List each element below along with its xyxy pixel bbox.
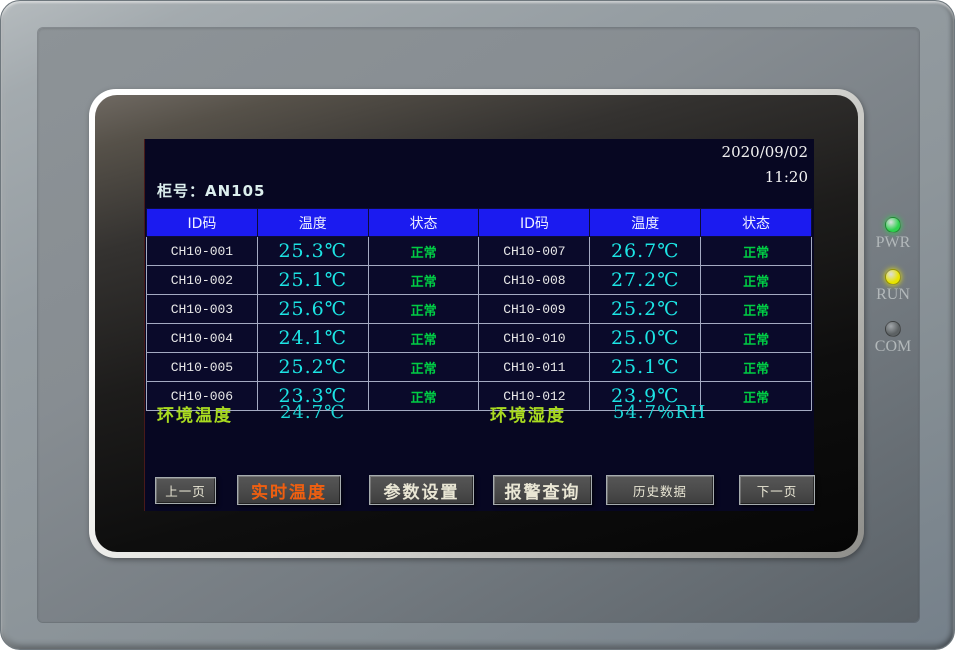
channel-status-cell: 正常 xyxy=(368,266,479,295)
realtime-temp-button[interactable]: 实时温度 xyxy=(237,475,341,505)
channel-id-cell: CH10-008 xyxy=(479,266,590,295)
channel-status-cell: 正常 xyxy=(368,237,479,266)
channel-status-cell: 正常 xyxy=(368,295,479,324)
table-row: CH10-00525.2℃正常CH10-01125.1℃正常 xyxy=(147,353,812,382)
table-header-cell: ID码 xyxy=(147,209,258,237)
env-temp-value: 24.7℃ xyxy=(280,402,345,423)
com-led-group: COM xyxy=(865,321,921,355)
table-body: CH10-00125.3℃正常CH10-00726.7℃正常CH10-00225… xyxy=(147,237,812,411)
prev-page-button[interactable]: 上一页 xyxy=(155,477,216,504)
run-led xyxy=(885,269,901,285)
run-led-group: RUN xyxy=(865,269,921,303)
channel-temp-cell: 25.6℃ xyxy=(257,295,368,324)
channel-id-cell: CH10-001 xyxy=(147,237,258,266)
channel-status-cell: 正常 xyxy=(701,237,812,266)
channel-temp-cell: 24.1℃ xyxy=(257,324,368,353)
table-header-cell: 温度 xyxy=(257,209,368,237)
table-row: CH10-00424.1℃正常CH10-01025.0℃正常 xyxy=(147,324,812,353)
run-led-label: RUN xyxy=(865,287,921,303)
table-header-cell: 温度 xyxy=(590,209,701,237)
screen-bezel: 2020/09/02 11:20 柜号：AN105 ID码温度状态ID码温度状态… xyxy=(95,95,858,552)
screen-outer-frame: 2020/09/02 11:20 柜号：AN105 ID码温度状态ID码温度状态… xyxy=(89,89,864,558)
hmi-device-frame: 2020/09/02 11:20 柜号：AN105 ID码温度状态ID码温度状态… xyxy=(0,0,955,650)
env-humidity-label: 环境湿度 xyxy=(490,401,566,426)
channel-status-cell: 正常 xyxy=(368,324,479,353)
com-led-label: COM xyxy=(865,339,921,355)
channel-temp-cell: 26.7℃ xyxy=(590,237,701,266)
env-temp-label: 环境温度 xyxy=(157,401,233,426)
power-led xyxy=(885,217,901,233)
date-text: 2020/09/02 xyxy=(722,141,808,163)
table-row: CH10-00225.1℃正常CH10-00827.2℃正常 xyxy=(147,266,812,295)
alarm-query-button[interactable]: 报警查询 xyxy=(493,475,592,505)
channel-status-cell: 正常 xyxy=(368,353,479,382)
table-header-row: ID码温度状态ID码温度状态 xyxy=(147,209,812,237)
channel-temp-cell: 25.0℃ xyxy=(590,324,701,353)
channel-temp-cell: 25.1℃ xyxy=(257,266,368,295)
channel-id-cell: CH10-007 xyxy=(479,237,590,266)
channel-id-cell: CH10-005 xyxy=(147,353,258,382)
channel-id-cell: CH10-011 xyxy=(479,353,590,382)
channel-id-cell: CH10-010 xyxy=(479,324,590,353)
screenshot-stage: 2020/09/02 11:20 柜号：AN105 ID码温度状态ID码温度状态… xyxy=(0,0,955,650)
table-header-cell: 状态 xyxy=(368,209,479,237)
channel-id-cell: CH10-009 xyxy=(479,295,590,324)
channel-id-cell: CH10-002 xyxy=(147,266,258,295)
channel-id-cell: CH10-004 xyxy=(147,324,258,353)
power-led-label: PWR xyxy=(865,235,921,251)
table-row: CH10-00125.3℃正常CH10-00726.7℃正常 xyxy=(147,237,812,266)
env-humidity-value: 54.7%RH xyxy=(613,402,706,423)
datetime: 2020/09/02 11:20 xyxy=(722,141,808,188)
channel-id-cell: CH10-003 xyxy=(147,295,258,324)
time-text: 11:20 xyxy=(722,166,808,188)
table-row: CH10-00325.6℃正常CH10-00925.2℃正常 xyxy=(147,295,812,324)
history-data-button[interactable]: 历史数据 xyxy=(606,475,714,505)
channel-status-cell: 正常 xyxy=(701,353,812,382)
power-led-group: PWR xyxy=(865,217,921,251)
cabinet-label: 柜号：AN105 xyxy=(157,180,265,201)
channel-temp-cell: 27.2℃ xyxy=(590,266,701,295)
channel-temp-cell: 25.2℃ xyxy=(257,353,368,382)
channel-table: ID码温度状态ID码温度状态 CH10-00125.3℃正常CH10-00726… xyxy=(146,208,812,411)
environment-row: 环境温度 24.7℃ 环境湿度 54.7%RH xyxy=(145,401,814,427)
channel-status-cell: 正常 xyxy=(701,324,812,353)
com-led xyxy=(885,321,901,337)
table-header-cell: ID码 xyxy=(479,209,590,237)
channel-temp-cell: 25.3℃ xyxy=(257,237,368,266)
table-header-cell: 状态 xyxy=(701,209,812,237)
next-page-button[interactable]: 下一页 xyxy=(739,475,815,505)
channel-status-cell: 正常 xyxy=(701,295,812,324)
channel-temp-cell: 25.2℃ xyxy=(590,295,701,324)
channel-status-cell: 正常 xyxy=(701,266,812,295)
param-settings-button[interactable]: 参数设置 xyxy=(369,475,474,505)
channel-temp-cell: 25.1℃ xyxy=(590,353,701,382)
lcd-display: 2020/09/02 11:20 柜号：AN105 ID码温度状态ID码温度状态… xyxy=(144,139,814,511)
